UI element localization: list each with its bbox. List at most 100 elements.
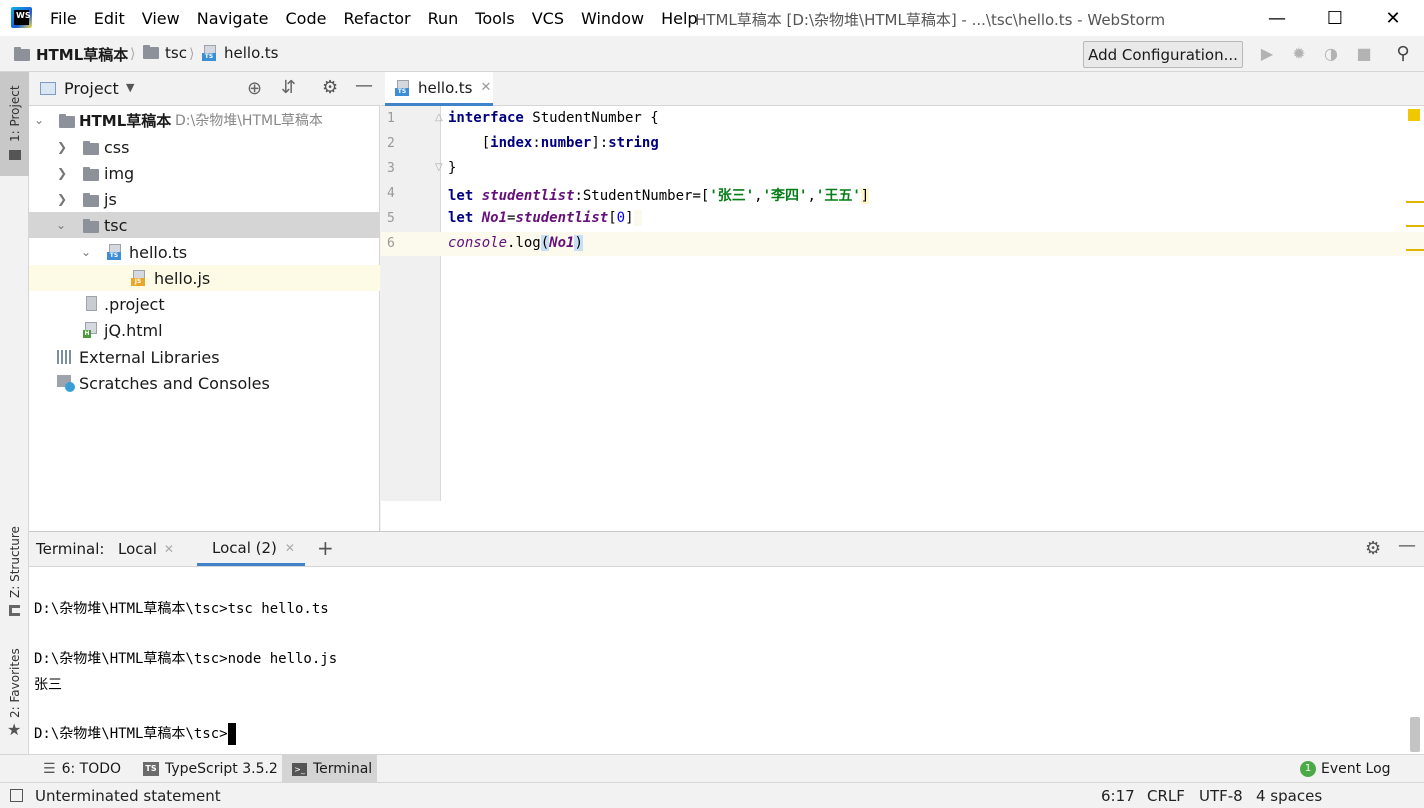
breadcrumb-project[interactable]: HTML草稿本: [14, 44, 128, 65]
terminal-tool-button[interactable]: >_ Terminal: [282, 755, 377, 783]
typescript-tool-button[interactable]: TS TypeScript 3.5.2: [143, 755, 278, 783]
breadcrumb-folder[interactable]: tsc: [143, 44, 187, 62]
scroll-marker[interactable]: [1406, 249, 1424, 251]
title-bar: WS File Edit View Navigate Code Refactor…: [0, 0, 1424, 36]
tree-item-scratches[interactable]: Scratches and Consoles: [29, 370, 380, 396]
tree-item-css[interactable]: ❯ css: [29, 134, 380, 160]
list-icon: ☰: [43, 761, 56, 777]
minimize-button[interactable]: —: [1246, 0, 1308, 36]
fold-icon[interactable]: ▽: [435, 162, 443, 173]
terminal-tab-label: Local: [118, 540, 157, 558]
folder-icon: [83, 219, 99, 233]
warning-indicator-icon[interactable]: [1408, 109, 1420, 121]
menu-help[interactable]: Help: [661, 9, 697, 28]
run-icon[interactable]: ▶: [1258, 45, 1276, 63]
menu-navigate[interactable]: Navigate: [197, 9, 269, 28]
tree-item-label: css: [104, 137, 130, 157]
tree-item-hello-js[interactable]: JS hello.js: [29, 265, 380, 291]
tab-hello-ts[interactable]: TS hello.ts ✕: [385, 72, 493, 106]
debug-icon[interactable]: ✹: [1290, 45, 1308, 63]
chevron-down-icon[interactable]: ⌄: [56, 218, 66, 232]
tree-item-root[interactable]: ⌄ HTML草稿本 D:\杂物堆\HTML草稿本: [29, 107, 380, 133]
close-window-button[interactable]: ✕: [1362, 0, 1424, 36]
breadcrumb-file[interactable]: TS hello.ts: [202, 44, 278, 62]
chevron-right-icon[interactable]: ❯: [57, 166, 67, 180]
html-file-icon: H: [83, 322, 99, 338]
tool-label: TypeScript 3.5.2: [165, 761, 278, 777]
terminal-tab-local[interactable]: Local ✕: [118, 532, 174, 566]
line-number: 6: [387, 236, 395, 251]
tab-project[interactable]: 1: Project: [0, 72, 29, 176]
close-tab-icon[interactable]: ✕: [164, 542, 174, 556]
terminal-line: D:\杂物堆\HTML草稿本\tsc>tsc hello.ts: [34, 601, 329, 617]
gear-icon[interactable]: ⚙: [322, 77, 338, 98]
tree-item-img[interactable]: ❯ img: [29, 160, 380, 186]
file-encoding[interactable]: UTF-8: [1199, 787, 1243, 805]
add-configuration-button[interactable]: Add Configuration...: [1083, 41, 1243, 68]
typescript-file-icon: TS: [395, 79, 411, 96]
line-number: 5: [387, 211, 395, 226]
collapse-all-icon[interactable]: ⇵: [281, 77, 296, 98]
gear-icon[interactable]: ⚙: [1365, 538, 1381, 559]
line-separator[interactable]: CRLF: [1147, 787, 1185, 805]
tree-item-external-libraries[interactable]: External Libraries: [29, 344, 380, 370]
menu-run[interactable]: Run: [428, 9, 459, 28]
terminal-prompt: D:\杂物堆\HTML草稿本\tsc>: [34, 726, 228, 742]
tree-item-js[interactable]: ❯ js: [29, 186, 380, 212]
tree-item-label: tsc: [104, 215, 128, 235]
menu-vcs[interactable]: VCS: [532, 9, 564, 28]
terminal-header: Terminal: Local ✕ Local (2) ✕ + ⚙ —: [29, 531, 1424, 567]
event-log-button[interactable]: 1 Event Log: [1300, 755, 1391, 783]
menu-view[interactable]: View: [142, 9, 180, 28]
locate-icon[interactable]: ⊕: [247, 78, 262, 99]
tree-item-label: Scratches and Consoles: [79, 373, 270, 393]
terminal-output[interactable]: D:\杂物堆\HTML草稿本\tsc>tsc hello.ts D:\杂物堆\H…: [29, 567, 1424, 754]
webstorm-logo-icon: WS: [11, 7, 32, 28]
search-icon[interactable]: ⚲: [1394, 45, 1412, 63]
stop-icon[interactable]: ■: [1355, 45, 1373, 63]
tree-item-tsc[interactable]: ⌄ tsc: [29, 212, 380, 238]
tree-item-label: External Libraries: [79, 347, 220, 367]
toggle-tool-windows-icon[interactable]: [10, 789, 23, 802]
folder-icon: [83, 167, 99, 181]
menu-edit[interactable]: Edit: [94, 9, 125, 28]
menu-window[interactable]: Window: [581, 9, 644, 28]
menu-refactor[interactable]: Refactor: [343, 9, 410, 28]
scroll-marker[interactable]: [1406, 201, 1424, 203]
scroll-marker[interactable]: [1406, 225, 1424, 227]
chevron-right-icon[interactable]: ❯: [57, 192, 67, 206]
close-tab-icon[interactable]: ✕: [480, 80, 491, 95]
status-message: Unterminated statement: [35, 787, 221, 805]
terminal-cursor: [227, 723, 236, 745]
chevron-down-icon[interactable]: ⌄: [81, 245, 91, 259]
code-editor[interactable]: 1 2 3 4 5 6 △ ▽ interface StudentNumber …: [381, 106, 1424, 531]
chevron-down-icon[interactable]: ⌄: [34, 113, 44, 127]
caret-position[interactable]: 6:17: [1101, 787, 1135, 805]
todo-tool-button[interactable]: ☰ 6: TODO: [43, 755, 121, 783]
scrollbar-thumb[interactable]: [1410, 717, 1420, 752]
hide-panel-icon[interactable]: —: [1398, 535, 1416, 556]
tab-structure[interactable]: Z: Structure: [0, 522, 29, 622]
chevron-right-icon[interactable]: ❯: [57, 140, 67, 154]
maximize-button[interactable]: ☐: [1304, 0, 1366, 36]
tree-item-label: .project: [104, 294, 165, 314]
menu-code[interactable]: Code: [286, 9, 327, 28]
terminal-tab-local-2[interactable]: Local (2) ✕: [197, 532, 305, 566]
hide-panel-icon[interactable]: —: [355, 75, 373, 96]
tree-item-project-file[interactable]: .project: [29, 291, 380, 317]
library-icon: [57, 350, 73, 364]
folder-icon: [59, 114, 75, 128]
menu-file[interactable]: File: [50, 9, 77, 28]
project-view-selector[interactable]: Project: [64, 79, 119, 98]
chevron-down-icon[interactable]: ▼: [126, 81, 134, 94]
new-terminal-button[interactable]: +: [317, 536, 334, 560]
close-tab-icon[interactable]: ✕: [285, 541, 295, 555]
tree-item-jq-html[interactable]: H jQ.html: [29, 317, 380, 343]
tab-favorites[interactable]: 2: Favorites ★: [0, 642, 29, 742]
code-line-1: interface StudentNumber {: [448, 110, 659, 126]
indent-setting[interactable]: 4 spaces: [1256, 787, 1322, 805]
coverage-icon[interactable]: ◑: [1322, 45, 1340, 63]
fold-icon[interactable]: △: [435, 112, 443, 123]
menu-tools[interactable]: Tools: [475, 9, 514, 28]
tree-item-hello-ts[interactable]: ⌄ TS hello.ts: [29, 239, 380, 265]
